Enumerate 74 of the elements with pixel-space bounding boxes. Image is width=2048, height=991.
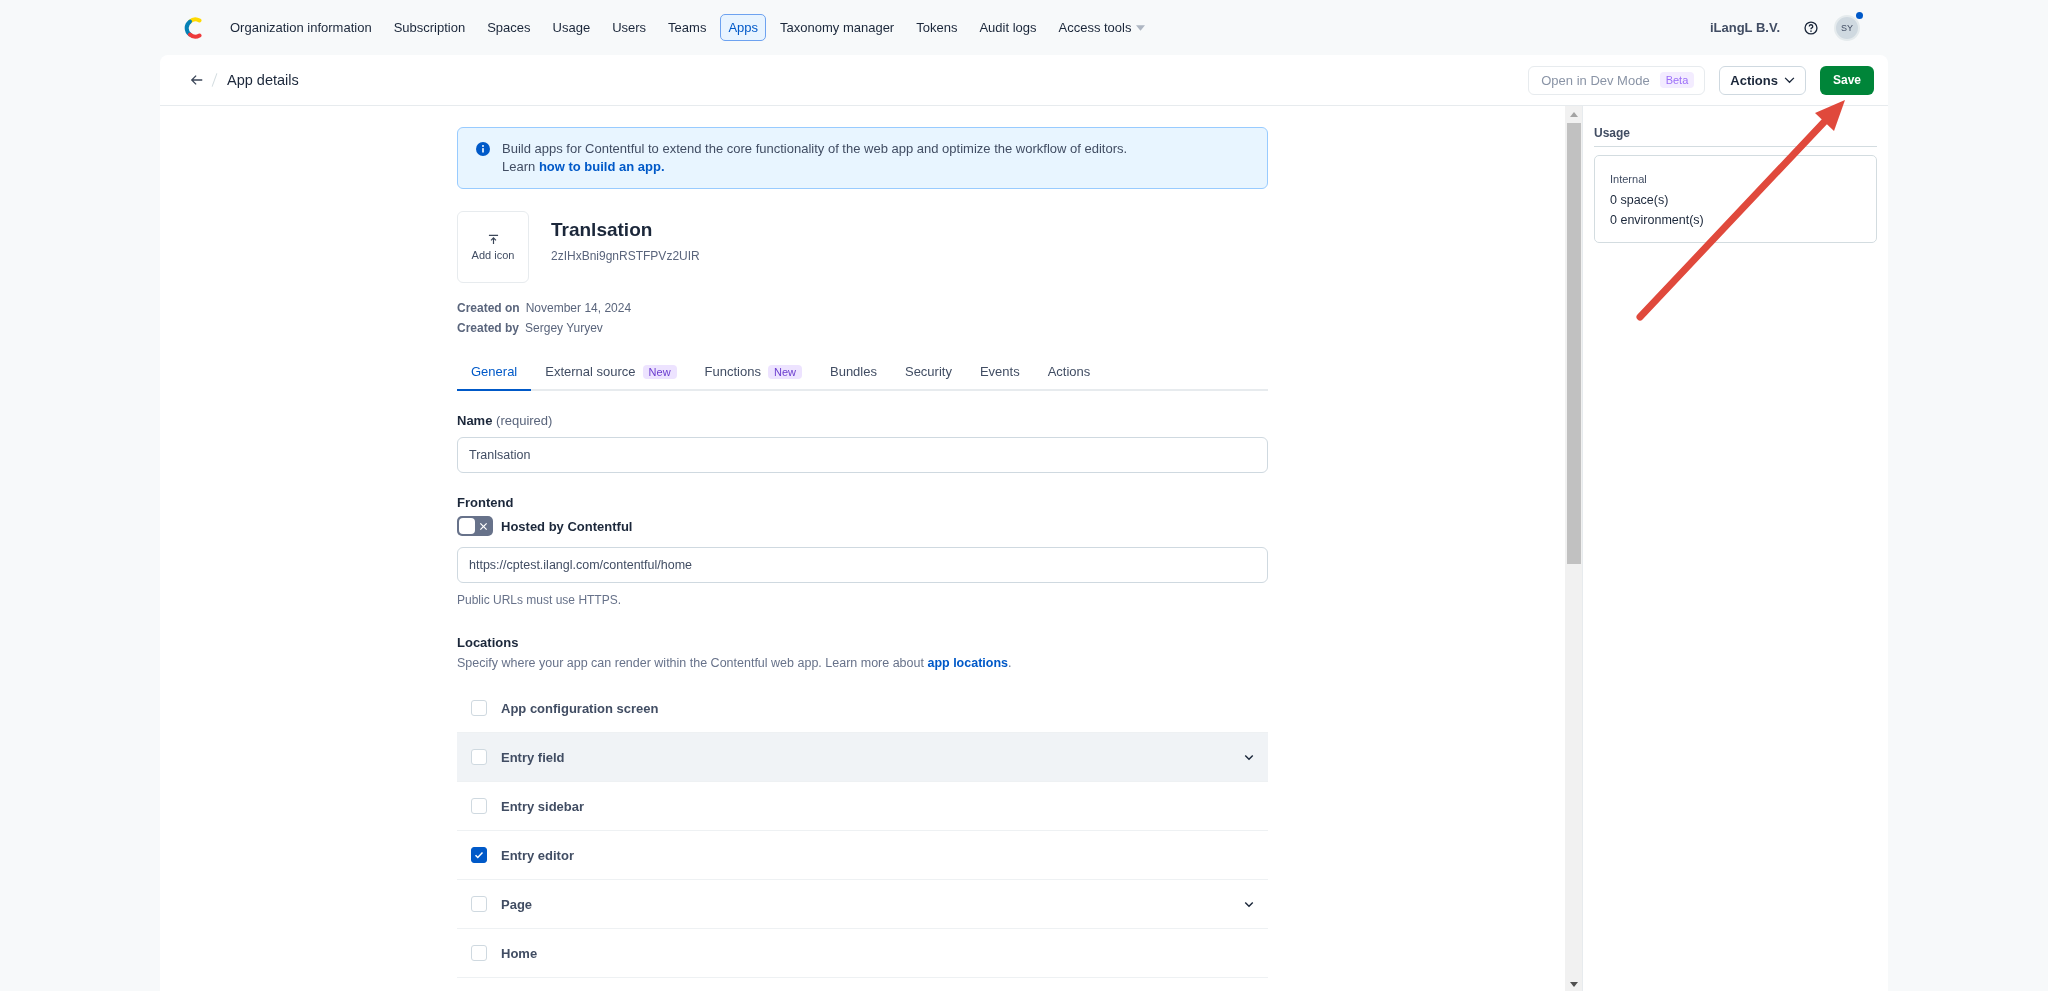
tab[interactable]: Bundles [816,364,891,391]
checkmark-icon [474,850,484,860]
usage-count: 0 environment(s) [1610,213,1705,227]
tab[interactable]: Events [965,364,1034,391]
meta-value: Sergey Yuryev [525,321,603,335]
field-label: Name [457,413,493,428]
toggle-state-icon [479,521,488,531]
tab[interactable]: Functions New [690,364,816,391]
help-icon[interactable] [1804,20,1818,35]
actions-button[interactable]: Actions [1719,65,1806,95]
chevron-down-icon[interactable] [1244,900,1254,908]
field-label: Frontend [457,495,514,510]
nav-link[interactable]: Teams [660,14,715,41]
location-label: Entry editor [501,847,575,863]
learn-label: Learn [502,159,536,174]
tab[interactable]: External source New [531,364,691,391]
tab[interactable]: Actions [1033,364,1105,391]
toggle-switch[interactable] [457,516,493,536]
usage-type: Internal [1610,173,1648,185]
nav-link[interactable]: Apps [720,14,767,41]
app-name: Tranlsation [551,219,654,241]
usage-count: 0 space(s) [1610,193,1670,207]
nav-link[interactable]: Usage [544,14,599,41]
nav-link[interactable]: Tokens [908,14,966,41]
caret-icon [1136,24,1146,31]
nav-link[interactable]: Organization information [222,14,380,41]
back-arrow-icon[interactable] [190,73,204,87]
upload-icon [487,233,499,245]
info-icon [476,142,490,156]
toggle-label: Hosted by Contentful [501,518,633,534]
nav-link[interactable]: Subscription [385,14,474,41]
checkbox[interactable] [471,847,487,863]
add-icon-button[interactable]: Add icon [457,211,529,283]
nav-link[interactable]: Audit logs [971,14,1045,41]
app-locations-link[interactable]: app locations [927,656,1008,670]
location-label: Entry sidebar [501,798,586,814]
contentful-logo[interactable] [184,16,204,39]
chevron-down-icon[interactable] [1244,753,1254,761]
scroll-down-icon[interactable] [1569,982,1578,987]
nav-menu[interactable]: Access tools [1050,14,1154,41]
meta-value: November 14, 2024 [525,301,632,315]
location-label: Home [501,945,539,961]
locations-description: Specify where your app can render within the Contentful web app. Learn more about app locations. [457,656,1013,670]
required-hint: (required) [496,413,553,428]
location-row[interactable]: Page [457,880,1268,929]
help-text: Public URLs must use HTTPS. [457,593,623,607]
meta-label: Created on [457,301,520,315]
scrollbar-thumb[interactable] [1566,123,1581,564]
tab[interactable]: Security [890,364,966,391]
location-row[interactable]: Entry field [457,733,1268,782]
location-row[interactable]: Entry editor [457,831,1268,880]
name-input[interactable]: Tranlsation [457,437,1268,473]
location-row[interactable]: Home [457,929,1268,978]
url-input[interactable]: https://cptest.ilangl.com/contentful/home [457,547,1268,583]
meta-label: Created by [457,321,520,335]
info-text: Build apps for Contentful to extend the core functionality of the web app and optimize the workflow of editors. [502,140,1128,158]
chevron-down-icon [1783,76,1795,84]
location-row[interactable]: Entry sidebar [457,782,1268,831]
app-id: 2zIHxBni9gnRSTFPVz2UIR [551,249,700,263]
page-title: App details [227,72,299,88]
build-app-link[interactable]: how to build an app. [538,159,665,174]
nav-link[interactable]: Taxonomy manager [772,14,903,41]
nav-link[interactable]: Users [604,14,655,41]
section-title: Locations [457,635,519,650]
organization-name[interactable]: iLangL B.V. [1709,20,1780,35]
tab[interactable]: General [457,364,532,391]
nav-link[interactable]: Spaces [479,14,539,41]
save-button[interactable]: Save [1819,65,1874,95]
location-label: Page [501,896,534,912]
user-avatar[interactable]: SY [1834,14,1860,41]
location-label: Entry field [501,749,566,765]
scroll-up-icon[interactable] [1569,112,1578,117]
location-label: App configuration screen [501,700,660,716]
usage-title: Usage [1594,126,1631,140]
